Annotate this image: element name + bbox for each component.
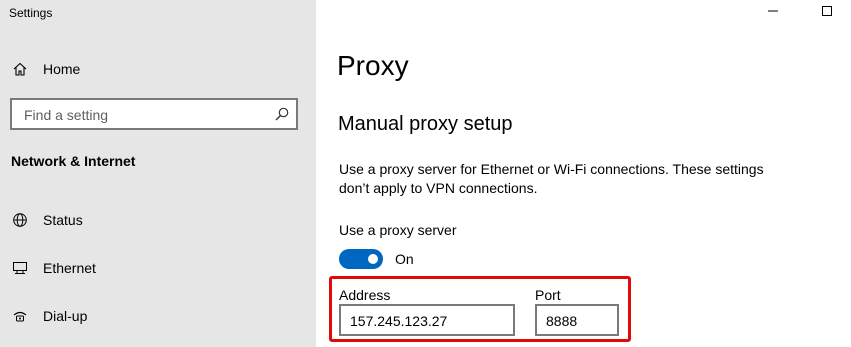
maximize-button[interactable] [804,0,850,22]
ethernet-icon [12,260,28,276]
sidebar-item-label: Ethernet [43,260,96,276]
main-content: Proxy Manual proxy setup Use a proxy ser… [316,0,851,347]
search-box[interactable] [10,98,298,130]
search-input[interactable] [22,105,266,125]
nav-home-label: Home [43,61,81,77]
sidebar-item-ethernet[interactable]: Ethernet [0,250,316,286]
port-field[interactable] [535,304,619,336]
home-icon [12,61,28,77]
minimize-button[interactable] [750,0,796,22]
use-proxy-toggle[interactable] [339,249,383,269]
sidebar-item-dial-up[interactable]: Dial-up [0,298,316,334]
address-label: Address [339,287,391,303]
app-title: Settings [9,6,53,20]
maximize-icon [822,6,832,16]
use-proxy-label: Use a proxy server [339,222,457,238]
page-title: Proxy [337,50,409,81]
address-field[interactable] [339,304,515,336]
globe-icon [12,212,28,228]
address-input[interactable] [350,312,506,330]
sidebar-section-title: Network & Internet [11,153,136,169]
search-icon[interactable] [274,106,290,122]
sidebar-item-status[interactable]: Status [0,202,316,238]
port-label: Port [535,287,561,303]
sidebar-item-label: Status [43,212,83,228]
toggle-state-label: On [395,251,414,267]
nav-home[interactable]: Home [0,52,316,86]
minimize-icon [768,10,778,12]
proxy-description: Use a proxy server for Ethernet or Wi-Fi… [339,161,764,196]
toggle-knob [368,254,378,264]
dialup-icon [12,308,28,324]
port-input[interactable] [546,312,610,330]
sidebar: Settings Home Network & Internet Status [0,0,316,347]
section-title: Manual proxy setup [338,113,513,135]
sidebar-item-label: Dial-up [43,308,88,324]
